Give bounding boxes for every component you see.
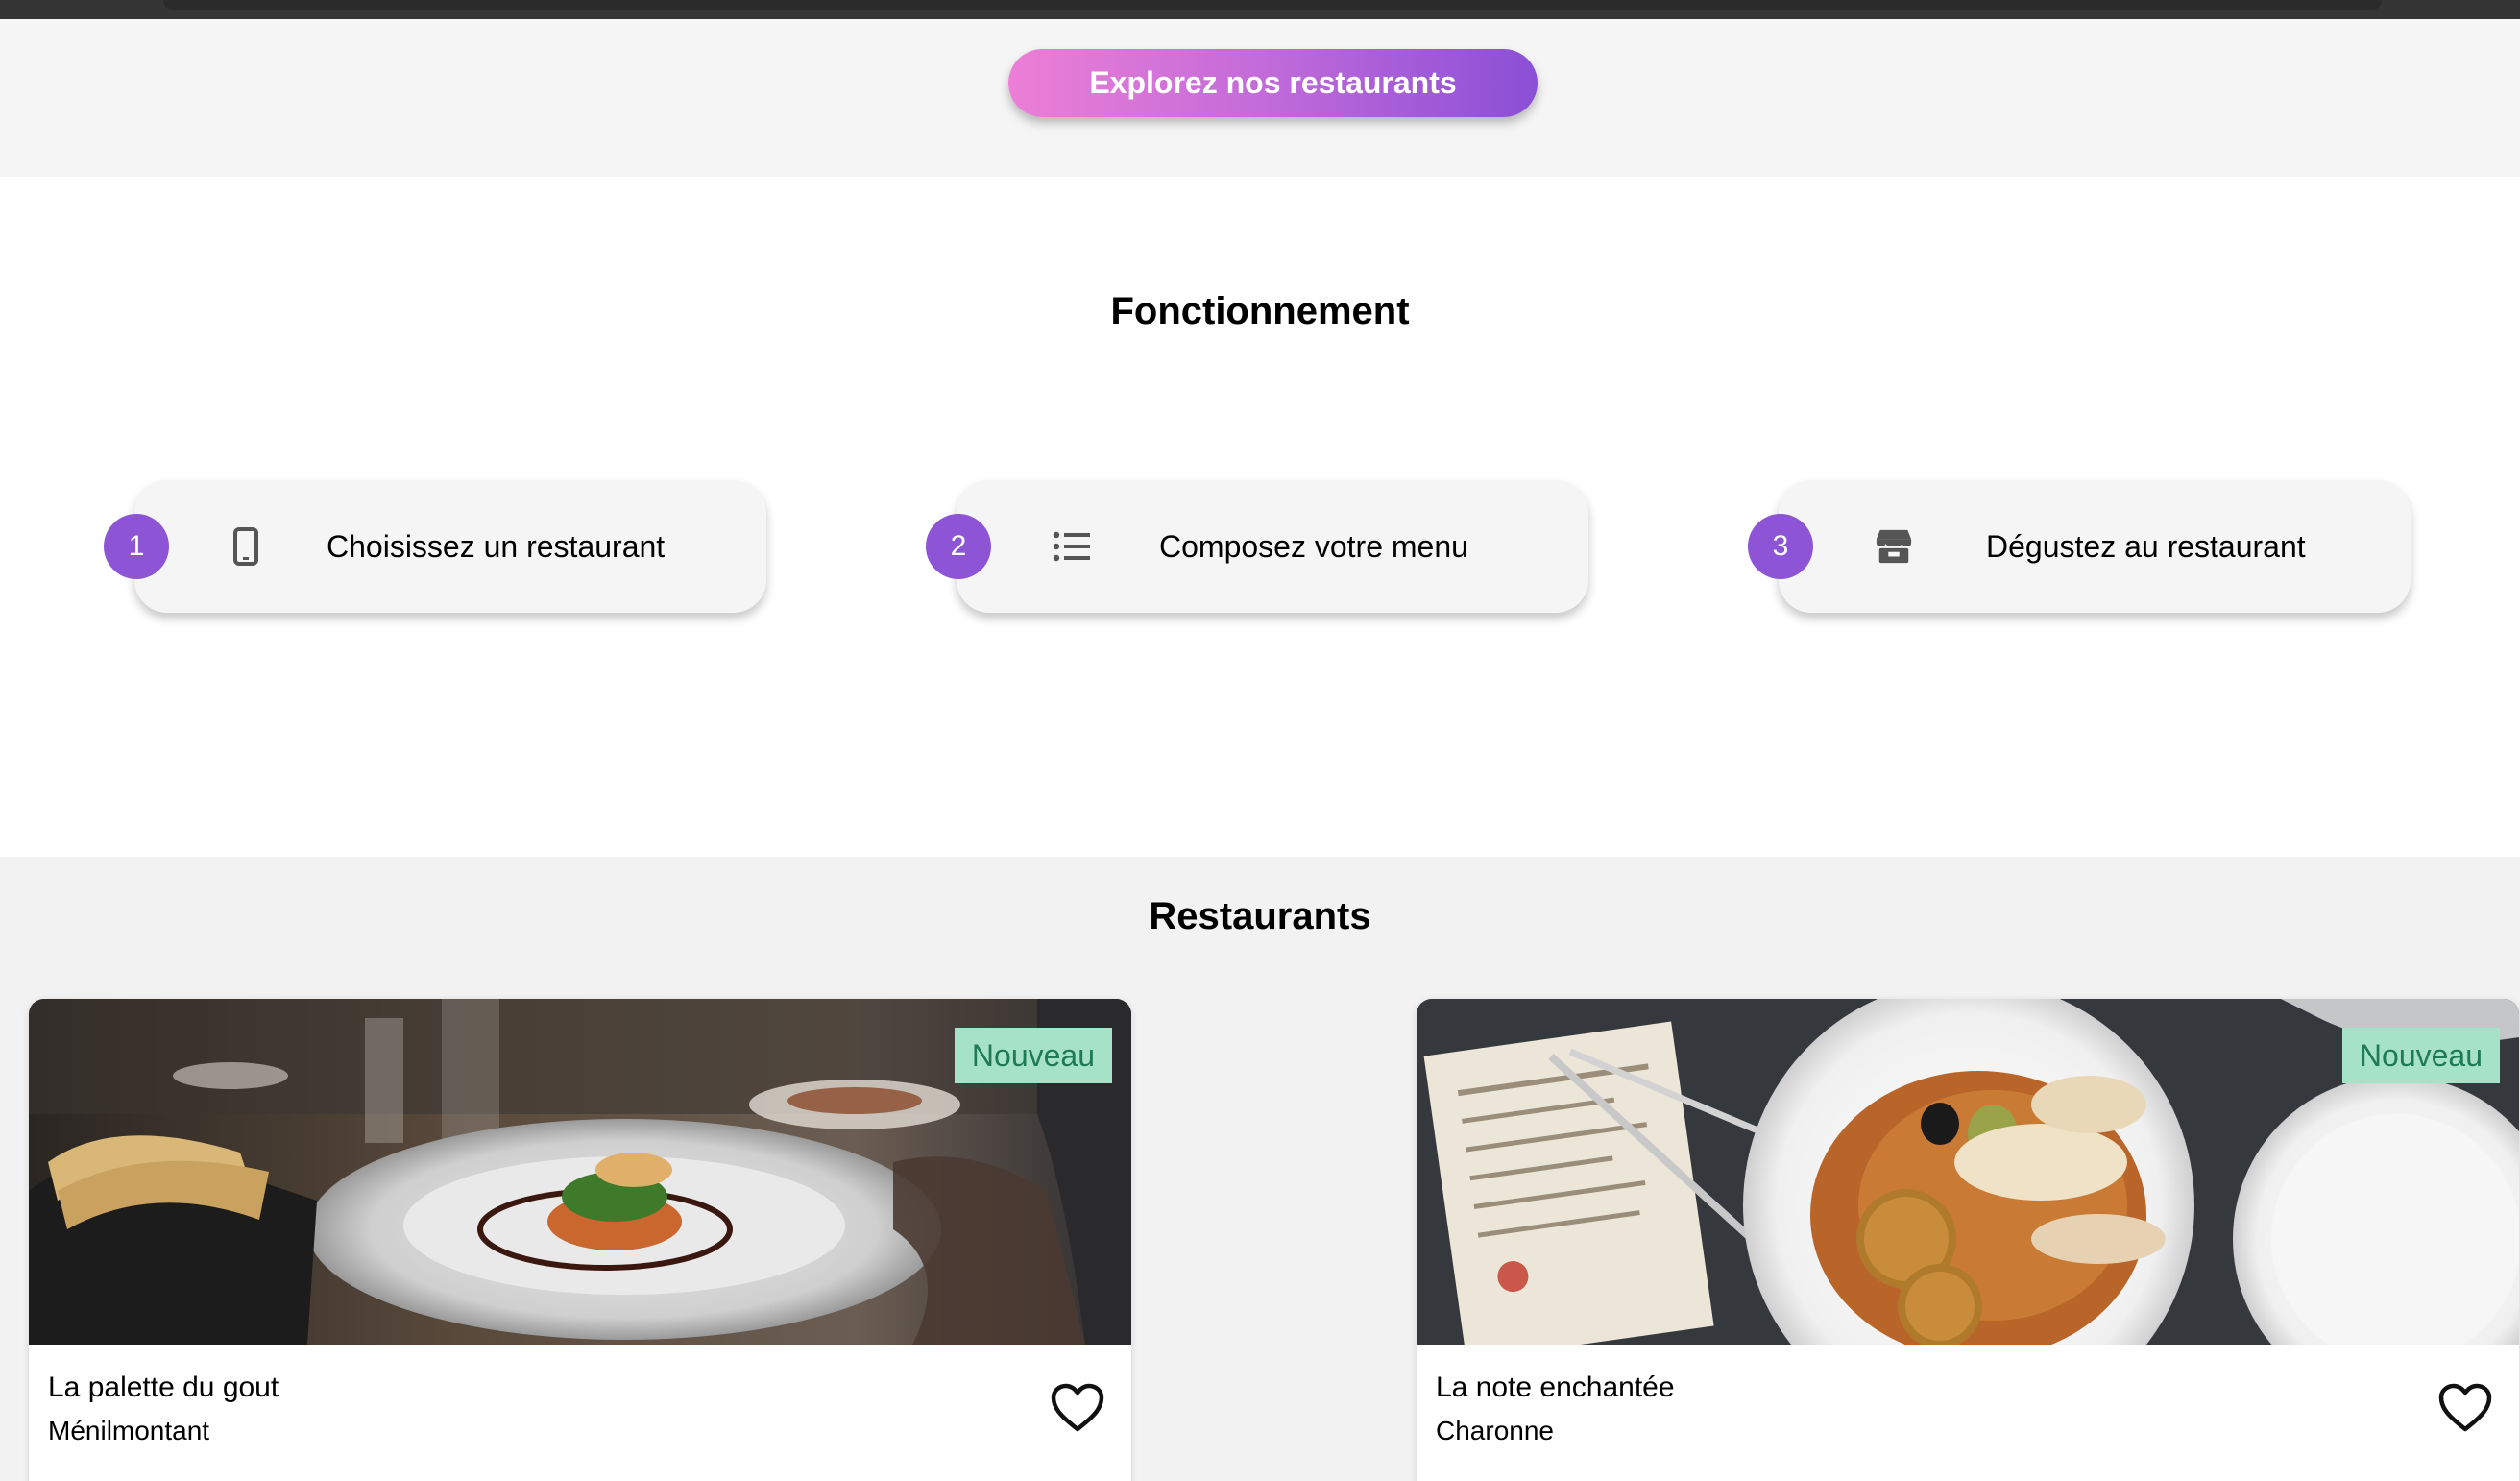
- restaurant-photo: Nouveau: [29, 999, 1131, 1345]
- restaurant-name: La note enchantée: [1436, 1372, 1675, 1403]
- heart-outline-icon[interactable]: [1051, 1383, 1104, 1433]
- smartphone-icon: [227, 526, 265, 567]
- new-badge: Nouveau: [2341, 1028, 2500, 1083]
- explore-restaurants-button[interactable]: Explorez nos restaurants: [1008, 49, 1538, 117]
- restaurant-card[interactable]: Nouveau La note enchantée Charonne: [1417, 999, 2519, 1481]
- heart-outline-icon[interactable]: [2438, 1383, 2492, 1433]
- step-number-badge: 2: [926, 514, 991, 579]
- step-number-badge: 1: [104, 514, 169, 579]
- restaurants-title: Restaurants: [1149, 895, 1371, 937]
- top-nav-inner: [163, 0, 2382, 10]
- step-number-badge: 3: [1748, 514, 1813, 579]
- restaurant-area: Ménilmontant: [48, 1416, 210, 1445]
- restaurant-name: La palette du gout: [48, 1372, 279, 1403]
- step-compose-menu: 2 Composez votre menu: [926, 480, 1598, 615]
- top-nav-strip: [0, 0, 2520, 19]
- storefront-icon: [1875, 526, 1913, 567]
- how-it-works-title: Fonctionnement: [1110, 290, 1410, 332]
- step-label: Composez votre menu: [1159, 529, 1468, 564]
- restaurant-photo: Nouveau: [1417, 999, 2519, 1345]
- hero-cta-section: Explorez nos restaurants: [0, 19, 2520, 177]
- list-icon: [1053, 526, 1091, 567]
- step-label: Dégustez au restaurant: [1986, 529, 2306, 564]
- how-it-works-section: Fonctionnement 1 Choisissez un restauran…: [0, 177, 2520, 857]
- restaurants-section: Restaurants Nouveau La palette du gout M…: [0, 857, 2520, 1481]
- new-badge: Nouveau: [954, 1028, 1112, 1083]
- restaurant-card[interactable]: Nouveau La palette du gout Ménilmontant: [29, 999, 1131, 1481]
- restaurant-area: Charonne: [1436, 1416, 1554, 1445]
- step-enjoy-at-restaurant: 3 Dégustez au restaurant: [1748, 480, 2420, 615]
- step-label: Choisissez un restaurant: [327, 529, 666, 564]
- step-choose-restaurant: 1 Choisissez un restaurant: [104, 480, 776, 615]
